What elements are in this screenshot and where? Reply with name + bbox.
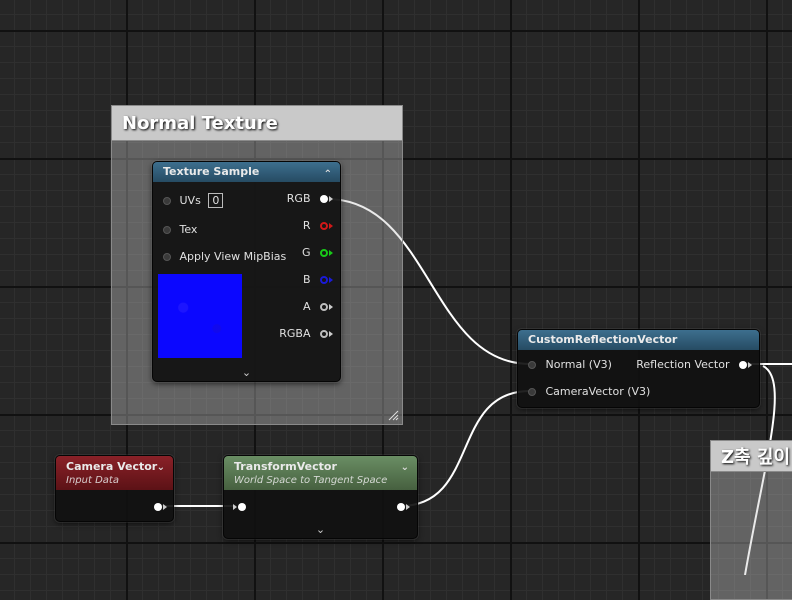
input-pin-icon[interactable] [163,197,171,205]
output-pin-icon[interactable] [320,195,328,203]
pin-g[interactable]: G [302,245,333,261]
chevron-down-icon[interactable]: ⌄ [153,366,340,379]
pin-label-tex: Tex [179,223,198,236]
comment-z-depth[interactable]: Z축 깊이 [710,440,792,600]
pin-tex[interactable]: Tex [163,222,197,238]
pin-arrow-icon [329,277,333,283]
input-pin-icon[interactable] [238,503,246,511]
pin-label-mipbias: Apply View MipBias [179,250,287,263]
pin-rgba[interactable]: RGBA [279,326,333,342]
pin-arrow-icon [329,250,333,256]
node-title: CustomReflectionVector [528,333,678,346]
pin-label-r: R [302,219,311,232]
node-subtitle: World Space to Tangent Space [234,475,388,486]
pin-arrow-icon [406,504,410,510]
input-pin-icon[interactable] [163,253,171,261]
pin-arrow-icon [329,331,333,337]
output-pin-icon[interactable] [739,361,747,369]
pin-transform-input[interactable] [233,499,246,515]
pin-mipbias[interactable]: Apply View MipBias [163,249,286,265]
pin-arrow-icon [329,196,333,202]
node-title: TransformVector [234,460,337,473]
output-pin-icon[interactable] [320,330,328,338]
pin-a[interactable]: A [303,299,333,315]
camera-vector-node[interactable]: Camera Vector Input Data ⌄ [55,455,174,522]
pin-r[interactable]: R [303,218,333,234]
chevron-down-icon[interactable]: ⌄ [157,462,165,473]
chevron-down-icon[interactable]: ⌄ [401,462,409,473]
pin-camera-output[interactable] [154,499,167,515]
uvs-value-field[interactable]: 0 [208,193,224,208]
output-pin-icon[interactable] [397,503,405,511]
pin-camera-vector[interactable]: CameraVector (V3) [528,384,650,400]
pin-label-rgb: RGB [286,192,311,205]
chevron-up-icon[interactable]: ⌃ [324,165,332,185]
pin-label-uvs: UVs [179,194,201,207]
transform-vector-node[interactable]: TransformVector World Space to Tangent S… [223,455,418,539]
chevron-down-icon[interactable]: ⌄ [224,523,417,536]
pin-label-reflection-vector: Reflection Vector [636,358,730,371]
node-header[interactable]: Texture Sample ⌃ [153,162,340,182]
pin-label-normal: Normal (V3) [545,358,612,371]
pin-transform-output[interactable] [397,499,410,515]
pin-arrow-icon [329,304,333,310]
pin-rgb[interactable]: RGB [287,191,333,207]
node-header[interactable]: TransformVector World Space to Tangent S… [224,456,417,490]
input-pin-icon[interactable] [163,226,171,234]
pin-label-camera-vector: CameraVector (V3) [545,385,651,398]
node-header[interactable]: Camera Vector Input Data ⌄ [56,456,173,490]
output-pin-icon[interactable] [320,276,328,284]
output-pin-icon[interactable] [320,303,328,311]
node-subtitle: Input Data [66,475,119,486]
input-pin-icon[interactable] [528,388,536,396]
output-pin-icon[interactable] [320,222,328,230]
pin-arrow-icon [329,223,333,229]
pin-label-rgba: RGBA [279,327,311,340]
resize-grip-icon[interactable] [388,410,399,421]
custom-reflection-vector-node[interactable]: CustomReflectionVector Normal (V3) Camer… [517,329,760,408]
wire-transform-to-camera [399,390,531,507]
comment-title[interactable]: Normal Texture [112,106,402,141]
pin-arrow-icon [163,504,167,510]
node-title: Texture Sample [163,165,260,178]
pin-arrow-icon [233,504,237,510]
comment-title[interactable]: Z축 깊이 [711,441,792,472]
texture-sample-node[interactable]: Texture Sample ⌃ UVs 0 Tex Apply View Mi… [152,161,341,382]
pin-arrow-icon [748,362,752,368]
texture-preview-image [158,274,242,358]
pin-normal[interactable]: Normal (V3) [528,357,612,373]
pin-label-g: G [301,246,311,259]
pin-label-a: A [302,300,311,313]
input-pin-icon[interactable] [528,361,536,369]
pin-uvs[interactable]: UVs 0 [163,193,224,209]
pin-label-b: B [302,273,311,286]
output-pin-icon[interactable] [320,249,328,257]
output-pin-icon[interactable] [154,503,162,511]
node-header[interactable]: CustomReflectionVector [518,330,759,350]
pin-b[interactable]: B [303,272,333,288]
pin-reflection-vector[interactable]: Reflection Vector [636,357,752,373]
